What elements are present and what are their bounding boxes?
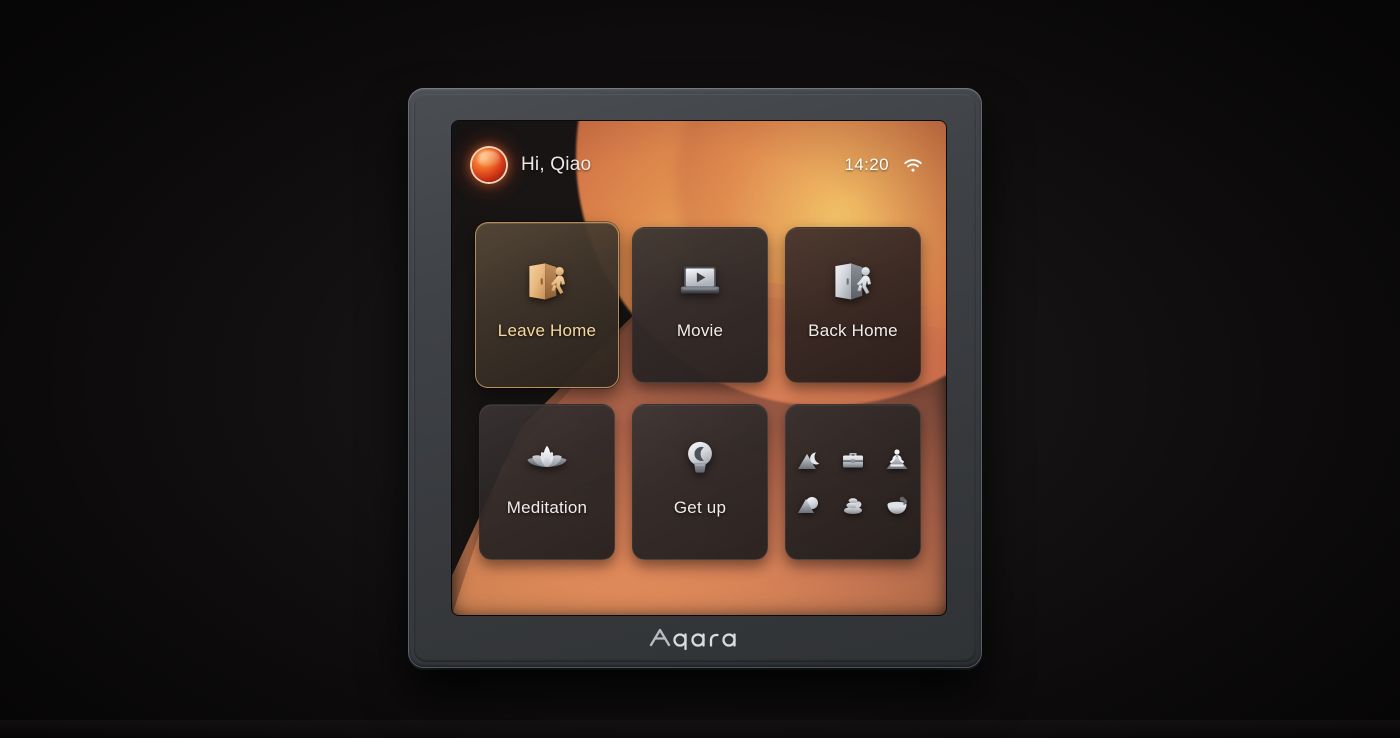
scene-label: Meditation [506,498,588,517]
aqara-wall-panel-device: Hi, Qiao 14:20 Leave Home Movie Back Hom… [408,88,982,668]
clock-text: 14:20 [844,155,889,174]
tea-pot-icon[interactable] [884,491,910,517]
scene-label: Leave Home [497,321,597,340]
monitor-play-icon [673,254,727,308]
scene-tile-more-scenes[interactable] [785,404,921,560]
scene-tile-movie[interactable]: Movie [632,227,768,383]
status-bar-right: 14:20 [844,155,924,175]
bulb-moon-icon [673,431,727,485]
meditation-figure-icon[interactable] [884,447,910,473]
zen-stones-icon[interactable] [840,491,866,517]
door-person-enter-icon [826,254,880,308]
mini-scene-icon-grid [792,443,914,521]
scene-tile-grid: Leave Home Movie Back Home Meditation Ge… [475,222,921,560]
scene-label: Back Home [808,321,898,340]
scene-tile-leave-home[interactable]: Leave Home [475,222,619,388]
user-avatar-orb-icon[interactable] [472,148,506,182]
screenshot-root: Hi, Qiao 14:20 Leave Home Movie Back Hom… [0,0,1400,738]
background-floor-seam [0,720,1400,738]
door-person-exit-icon [520,254,574,308]
status-bar: Hi, Qiao 14:20 [452,121,946,209]
greeting-text: Hi, Qiao [521,154,592,175]
scene-tile-meditation[interactable]: Meditation [479,404,615,560]
aqara-wordmark-icon [649,625,741,651]
briefcase-icon[interactable] [840,447,866,473]
scene-tile-get-up[interactable]: Get up [632,404,768,560]
wifi-icon[interactable] [902,156,924,174]
panel-screen[interactable]: Hi, Qiao 14:20 Leave Home Movie Back Hom… [452,121,946,615]
sunrise-mountain-icon[interactable] [796,491,822,517]
scene-label: Movie [676,321,724,340]
night-mountain-moon-icon[interactable] [796,447,822,473]
lotus-flower-icon [520,431,574,485]
scene-tile-back-home[interactable]: Back Home [785,227,921,383]
brand-logo [408,625,982,651]
scene-label: Get up [673,498,727,517]
